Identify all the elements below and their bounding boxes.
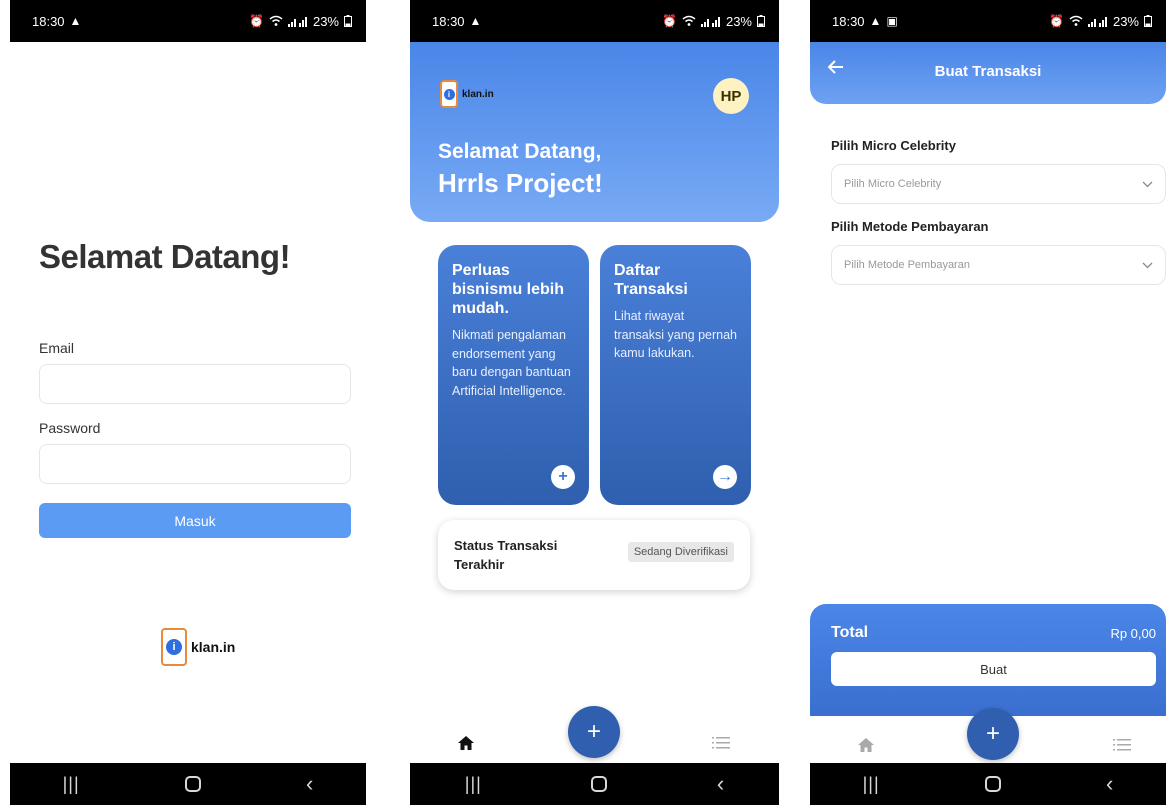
- home-tab[interactable]: [858, 736, 874, 757]
- create-button[interactable]: Buat: [831, 652, 1156, 686]
- status-bar: 18:30 ▲ ▣ ⏰ 23%: [810, 0, 1166, 42]
- list-icon: [1113, 739, 1131, 751]
- payment-method-label: Pilih Metode Pembayaran: [831, 219, 989, 234]
- status-title: Status Transaksi Terakhir: [454, 538, 558, 572]
- recent-apps-icon[interactable]: |||: [63, 774, 80, 795]
- create-transaction-fab[interactable]: +: [967, 708, 1019, 760]
- logo-text: klan.in: [191, 639, 236, 655]
- battery-percent: 23%: [725, 13, 752, 29]
- payment-placeholder: Pilih Metode Pembayaran: [844, 259, 970, 271]
- home-icon: [858, 738, 874, 752]
- home-header: i klan.in HP Selamat Datang, Hrrls Proje…: [410, 42, 779, 222]
- back-icon[interactable]: ‹: [717, 771, 724, 797]
- signal-icon: [1087, 16, 1107, 27]
- total-value: Rp 0,00: [1110, 626, 1156, 641]
- card-title: Daftar Transaksi: [614, 262, 688, 298]
- signal-icon: [700, 16, 720, 27]
- battery-icon: [344, 15, 352, 27]
- status-time: 18:30: [432, 13, 465, 29]
- status-bar: 18:30 ▲ ⏰ 23%: [10, 0, 366, 42]
- page-title: Buat Transaksi: [934, 63, 1042, 80]
- payment-method-select[interactable]: Pilih Metode Pembayaran: [831, 245, 1166, 285]
- image-icon: ▣: [886, 14, 898, 28]
- wifi-icon: [1069, 15, 1083, 26]
- app-bar: Buat Transaksi: [810, 42, 1166, 104]
- system-nav-bar: ||| ‹: [810, 763, 1166, 805]
- chevron-down-icon: [1142, 181, 1153, 187]
- greeting-line-2: Hrrls Project!: [438, 168, 603, 198]
- arrow-right-icon[interactable]: →: [713, 465, 737, 489]
- battery-icon: [757, 15, 765, 27]
- logo-badge: i: [161, 628, 187, 666]
- alarm-icon: ⏰: [1049, 14, 1064, 28]
- transactions-tab[interactable]: [1113, 736, 1131, 757]
- home-tab[interactable]: [458, 734, 474, 755]
- signal-icon: [287, 16, 307, 27]
- email-label: Email: [39, 340, 75, 356]
- app-logo: i klan.in: [440, 80, 494, 108]
- alert-triangle-icon: ▲: [869, 14, 882, 28]
- system-nav-bar: ||| ‹: [410, 763, 779, 805]
- home-screen: 18:30 ▲ ⏰ 23% i klan.in HP Selamat Datan…: [410, 0, 779, 805]
- logo-badge: i: [440, 80, 458, 108]
- plus-icon[interactable]: +: [551, 465, 575, 489]
- alert-triangle-icon: ▲: [469, 14, 482, 28]
- back-icon[interactable]: ‹: [306, 771, 313, 797]
- celebrity-placeholder: Pilih Micro Celebrity: [844, 178, 942, 190]
- create-transaction-fab[interactable]: +: [568, 706, 620, 758]
- logo-info-icon: i: [166, 639, 182, 655]
- alert-triangle-icon: ▲: [69, 14, 82, 28]
- transaction-list-card[interactable]: Daftar Transaksi Lihat riwayat transaksi…: [600, 245, 751, 505]
- transactions-tab[interactable]: [712, 734, 730, 755]
- total-label: Total: [831, 624, 869, 641]
- card-title: Perluas bisnismu lebih mudah.: [452, 262, 565, 317]
- create-transaction-screen: 18:30 ▲ ▣ ⏰ 23% Buat Transaksi Pilih Mic…: [810, 0, 1166, 805]
- app-logo: i klan.in: [161, 628, 235, 666]
- back-icon[interactable]: ‹: [1106, 771, 1113, 797]
- last-transaction-status-card[interactable]: Status Transaksi Terakhir Sedang Diverif…: [438, 520, 750, 590]
- greeting-line-1: Selamat Datang,: [438, 140, 602, 163]
- celebrity-label: Pilih Micro Celebrity: [831, 138, 956, 153]
- logo-info-icon: i: [443, 88, 455, 100]
- battery-percent: 23%: [1112, 13, 1139, 29]
- email-field[interactable]: [39, 364, 351, 404]
- status-time: 18:30: [32, 13, 65, 29]
- alarm-icon: ⏰: [662, 14, 677, 28]
- wifi-icon: [682, 15, 696, 26]
- chevron-down-icon: [1142, 262, 1153, 268]
- battery-icon: [1144, 15, 1152, 27]
- login-button[interactable]: Masuk: [39, 503, 351, 538]
- list-icon: [712, 737, 730, 749]
- password-label: Password: [39, 420, 101, 436]
- status-time: 18:30: [832, 13, 865, 29]
- login-screen: 18:30 ▲ ⏰ 23% Selamat Datang! Email Pass…: [10, 0, 366, 805]
- total-panel: Total Rp 0,00 Buat: [810, 604, 1166, 716]
- recent-apps-icon[interactable]: |||: [465, 774, 482, 795]
- system-nav-bar: ||| ‹: [10, 763, 366, 805]
- password-field[interactable]: [39, 444, 351, 484]
- avatar[interactable]: HP: [713, 78, 749, 114]
- home-button-icon[interactable]: [184, 776, 201, 792]
- page-title: Selamat Datang!: [39, 238, 291, 275]
- home-icon: [458, 736, 474, 750]
- recent-apps-icon[interactable]: |||: [863, 774, 880, 795]
- card-description: Nikmati pengalaman endorsement yang baru…: [452, 328, 571, 398]
- alarm-icon: ⏰: [249, 14, 264, 28]
- card-description: Lihat riwayat transaksi yang pernah kamu…: [614, 309, 737, 360]
- expand-business-card[interactable]: Perluas bisnismu lebih mudah. Nikmati pe…: [438, 245, 589, 505]
- logo-text: klan.in: [462, 88, 494, 100]
- status-bar: 18:30 ▲ ⏰ 23%: [410, 0, 779, 42]
- status-badge: Sedang Diverifikasi: [627, 542, 734, 562]
- battery-percent: 23%: [312, 13, 339, 29]
- wifi-icon: [269, 15, 283, 26]
- home-button-icon[interactable]: [984, 776, 1001, 792]
- home-button-icon[interactable]: [591, 776, 608, 792]
- celebrity-select[interactable]: Pilih Micro Celebrity: [831, 164, 1166, 204]
